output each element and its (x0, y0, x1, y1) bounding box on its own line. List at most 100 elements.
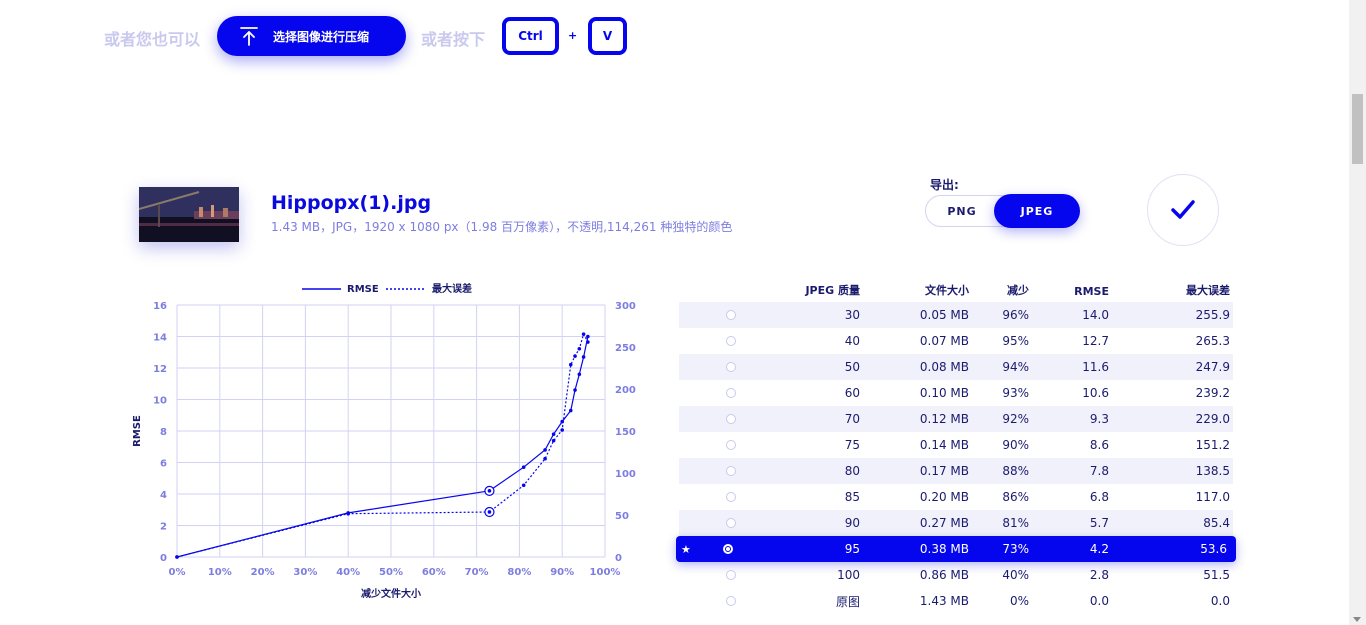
table-row[interactable]: 60 0.10 MB 93% 10.6 239.2 (679, 380, 1233, 406)
cell-rmse: 12.7 (1082, 334, 1109, 348)
header-quality: JPEG 质量 (805, 284, 860, 297)
table-row[interactable]: 30 0.05 MB 96% 14.0 255.9 (679, 302, 1233, 328)
rmse-point (586, 334, 590, 339)
max-error-point (346, 511, 350, 516)
cell-rmse: 4.2 (1089, 542, 1109, 556)
scrollbar-thumb[interactable] (1352, 94, 1363, 164)
table-row[interactable]: 80 0.17 MB 88% 7.8 138.5 (679, 458, 1233, 484)
table-row[interactable]: 40 0.07 MB 95% 12.7 265.3 (679, 328, 1233, 354)
row-radio[interactable] (726, 440, 736, 450)
confirm-button[interactable] (1147, 174, 1219, 246)
row-radio[interactable] (726, 570, 736, 580)
quality-table: JPEG 质量 文件大小 减少 RMSE 最大误差 30 0.05 MB 96%… (676, 280, 1236, 614)
cell-reduction: 96% (1002, 308, 1029, 322)
table-row[interactable]: 50 0.08 MB 94% 11.6 247.9 (679, 354, 1233, 380)
y2-tick-label: 0 (615, 553, 622, 564)
cell-rmse: 14.0 (1082, 308, 1109, 322)
bridge-night-thumbnail (139, 187, 239, 242)
page-scrollbar[interactable] (1349, 0, 1366, 625)
format-png-button[interactable]: PNG (926, 196, 998, 226)
x-tick-label: 70% (465, 567, 489, 578)
file-name: Hippopx(1).jpg (271, 192, 432, 214)
x-tick-label: 0% (169, 567, 186, 578)
cell-rmse: 0.0 (1089, 594, 1109, 608)
y-tick-label: 6 (160, 459, 167, 470)
cell-max-error: 51.5 (1203, 568, 1230, 582)
ctrl-key: Ctrl (502, 17, 559, 55)
table-row[interactable]: 90 0.27 MB 81% 5.7 85.4 (679, 510, 1233, 536)
cell-max-error: 117.0 (1195, 490, 1230, 504)
v-key: V (588, 17, 627, 55)
cell-rmse: 6.8 (1089, 490, 1109, 504)
cell-reduction: 0% (1009, 594, 1029, 608)
y2-tick-label: 150 (615, 427, 636, 438)
scroll-down-arrow-icon[interactable] (1353, 617, 1361, 622)
image-thumbnail (139, 187, 239, 242)
table-row[interactable]: 75 0.14 MB 90% 8.6 151.2 (679, 432, 1233, 458)
table-row-selected[interactable]: ★ 95 0.38 MB 73% 4.2 53.6 (676, 536, 1236, 562)
row-radio[interactable] (726, 466, 736, 476)
cell-rmse: 2.8 (1089, 568, 1109, 582)
file-metadata: 1.43 MB，JPG，1920 x 1080 px（1.98 百万像素），不透… (271, 220, 733, 234)
cell-max-error: 265.3 (1195, 334, 1230, 348)
app-root: 或者您也可以 选择图像进行压缩 或者按下 Ctrl + V Hippopx(1)… (0, 0, 1366, 625)
y-tick-label: 14 (153, 333, 167, 344)
row-radio[interactable] (726, 518, 736, 528)
cell-file-size: 1.43 MB (919, 594, 969, 608)
legend-label-rmse: RMSE (347, 284, 379, 295)
table-header: JPEG 质量 文件大小 减少 RMSE 最大误差 (679, 280, 1233, 302)
or-press-label: 或者按下 (421, 30, 486, 49)
y-tick-label: 0 (160, 553, 167, 564)
cell-quality: 40 (844, 334, 860, 348)
y-tick-label: 8 (160, 427, 167, 438)
cell-file-size: 0.20 MB (919, 490, 969, 504)
rmse-point (543, 448, 547, 452)
cell-reduction: 92% (1002, 412, 1029, 426)
row-radio[interactable] (726, 596, 736, 606)
cell-file-size: 0.14 MB (919, 438, 969, 452)
table-row[interactable]: 85 0.20 MB 86% 6.8 117.0 (679, 484, 1233, 510)
format-jpeg-button[interactable]: JPEG (994, 194, 1080, 228)
cell-rmse: 7.8 (1089, 464, 1109, 478)
checkmark-icon (1171, 200, 1195, 219)
cell-quality: 90 (844, 516, 860, 530)
cell-file-size: 0.86 MB (919, 568, 969, 582)
rmse-point (551, 432, 556, 436)
cell-quality: 50 (844, 360, 860, 374)
cell-reduction: 88% (1002, 464, 1029, 478)
or-label: 或者您也可以 (104, 30, 201, 49)
cell-file-size: 0.17 MB (919, 464, 969, 478)
row-radio[interactable] (726, 414, 736, 424)
cell-quality: 75 (844, 438, 860, 452)
cell-max-error: 239.2 (1195, 386, 1230, 400)
cell-file-size: 0.07 MB (919, 334, 969, 348)
max-error-point (573, 354, 577, 358)
cell-quality: 60 (844, 386, 860, 400)
max-error-point (560, 428, 564, 432)
table-row[interactable]: 70 0.12 MB 92% 9.3 229.0 (679, 406, 1233, 432)
row-radio-selected[interactable] (723, 544, 733, 554)
row-radio[interactable] (726, 310, 736, 320)
row-radio[interactable] (726, 336, 736, 346)
x-tick-label: 40% (336, 567, 360, 578)
table-row[interactable]: 原图 1.43 MB 0% 0.0 0.0 (679, 588, 1233, 614)
cell-reduction: 86% (1002, 490, 1029, 504)
max-error-point (175, 555, 179, 559)
cell-quality: 85 (844, 490, 860, 504)
cell-quality: 100 (837, 568, 860, 582)
y-tick-label: 12 (153, 364, 167, 375)
row-radio[interactable] (726, 492, 736, 502)
cell-rmse: 10.6 (1082, 386, 1109, 400)
row-radio[interactable] (726, 362, 736, 372)
cell-rmse: 9.3 (1089, 412, 1109, 426)
cell-max-error: 0.0 (1210, 594, 1230, 608)
table-row[interactable]: 100 0.86 MB 40% 2.8 51.5 (679, 562, 1233, 588)
header-max-error: 最大误差 (1186, 284, 1230, 297)
row-radio[interactable] (726, 388, 736, 398)
cell-max-error: 151.2 (1195, 438, 1230, 452)
cell-quality: 30 (844, 308, 860, 322)
max-error-point (551, 438, 556, 443)
cell-reduction: 94% (1002, 360, 1029, 374)
y-tick-label: 4 (160, 490, 167, 501)
select-image-button[interactable]: 选择图像进行压缩 (217, 16, 406, 56)
